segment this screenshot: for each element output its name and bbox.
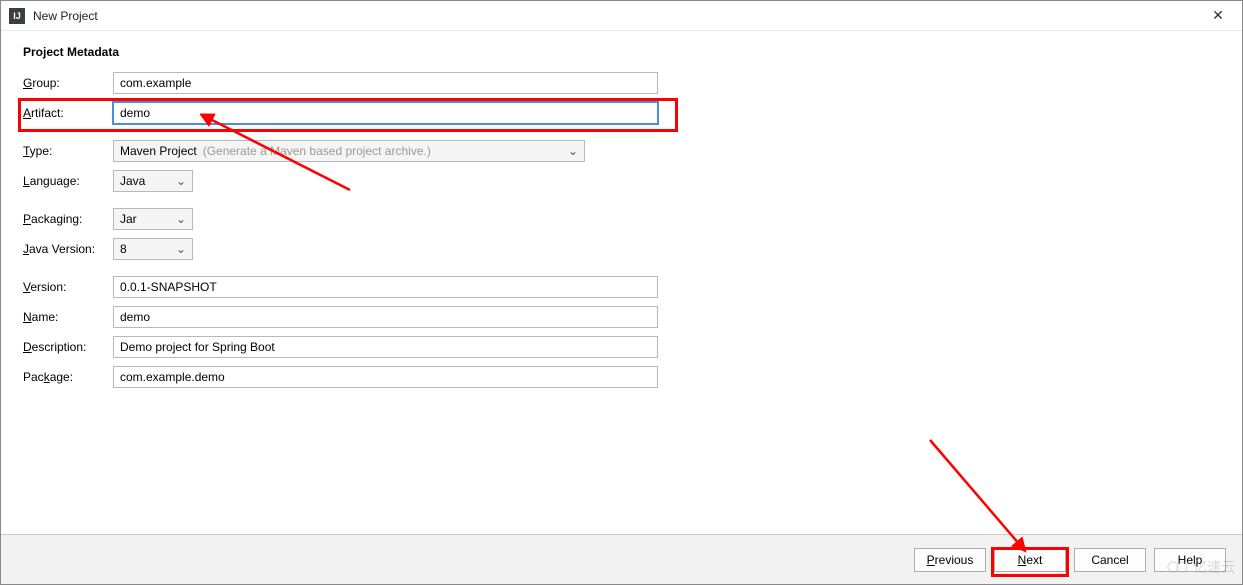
java-version-select[interactable]: 8 ⌄	[113, 238, 193, 260]
version-input[interactable]	[113, 276, 658, 298]
section-title: Project Metadata	[23, 45, 1220, 59]
type-row: Type: Maven Project (Generate a Maven ba…	[23, 139, 1220, 163]
language-select[interactable]: Java ⌄	[113, 170, 193, 192]
button-bar: Previous Next Cancel Help	[1, 534, 1242, 584]
close-icon[interactable]: ✕	[1202, 4, 1234, 28]
artifact-input[interactable]	[113, 102, 658, 124]
description-label: Description:	[23, 340, 113, 354]
package-row: Package:	[23, 365, 1220, 389]
window-title: New Project	[33, 9, 1202, 23]
new-project-dialog: IJ New Project ✕ Project Metadata Group:…	[0, 0, 1243, 585]
description-input[interactable]	[113, 336, 658, 358]
group-label: Group:	[23, 76, 113, 90]
type-label: Type:	[23, 144, 113, 158]
language-row: Language: Java ⌄	[23, 169, 1220, 193]
name-input[interactable]	[113, 306, 658, 328]
language-label: Language:	[23, 174, 113, 188]
language-value: Java	[120, 174, 145, 188]
help-button[interactable]: Help	[1154, 548, 1226, 572]
artifact-label: Artifact:	[23, 106, 113, 120]
java-version-value: 8	[120, 242, 127, 256]
packaging-label: Packaging:	[23, 212, 113, 226]
java-version-label: Java Version:	[23, 242, 113, 256]
group-input[interactable]	[113, 72, 658, 94]
chevron-down-icon: ⌄	[174, 212, 188, 226]
group-row: Group:	[23, 71, 1220, 95]
dialog-content: Project Metadata Group: Artifact: Type: …	[1, 31, 1242, 534]
packaging-row: Packaging: Jar ⌄	[23, 207, 1220, 231]
type-hint: (Generate a Maven based project archive.…	[203, 144, 431, 158]
version-label: Version:	[23, 280, 113, 294]
titlebar: IJ New Project ✕	[1, 1, 1242, 31]
type-select[interactable]: Maven Project (Generate a Maven based pr…	[113, 140, 585, 162]
artifact-row: Artifact:	[23, 101, 1220, 125]
previous-button[interactable]: Previous	[914, 548, 986, 572]
java-version-row: Java Version: 8 ⌄	[23, 237, 1220, 261]
intellij-icon: IJ	[9, 8, 25, 24]
cancel-button[interactable]: Cancel	[1074, 548, 1146, 572]
package-input[interactable]	[113, 366, 658, 388]
chevron-down-icon: ⌄	[174, 242, 188, 256]
chevron-down-icon: ⌄	[566, 144, 580, 158]
type-value: Maven Project	[120, 144, 197, 158]
next-button[interactable]: Next	[994, 548, 1066, 572]
packaging-select[interactable]: Jar ⌄	[113, 208, 193, 230]
version-row: Version:	[23, 275, 1220, 299]
name-row: Name:	[23, 305, 1220, 329]
packaging-value: Jar	[120, 212, 137, 226]
package-label: Package:	[23, 370, 113, 384]
name-label: Name:	[23, 310, 113, 324]
chevron-down-icon: ⌄	[174, 174, 188, 188]
description-row: Description:	[23, 335, 1220, 359]
